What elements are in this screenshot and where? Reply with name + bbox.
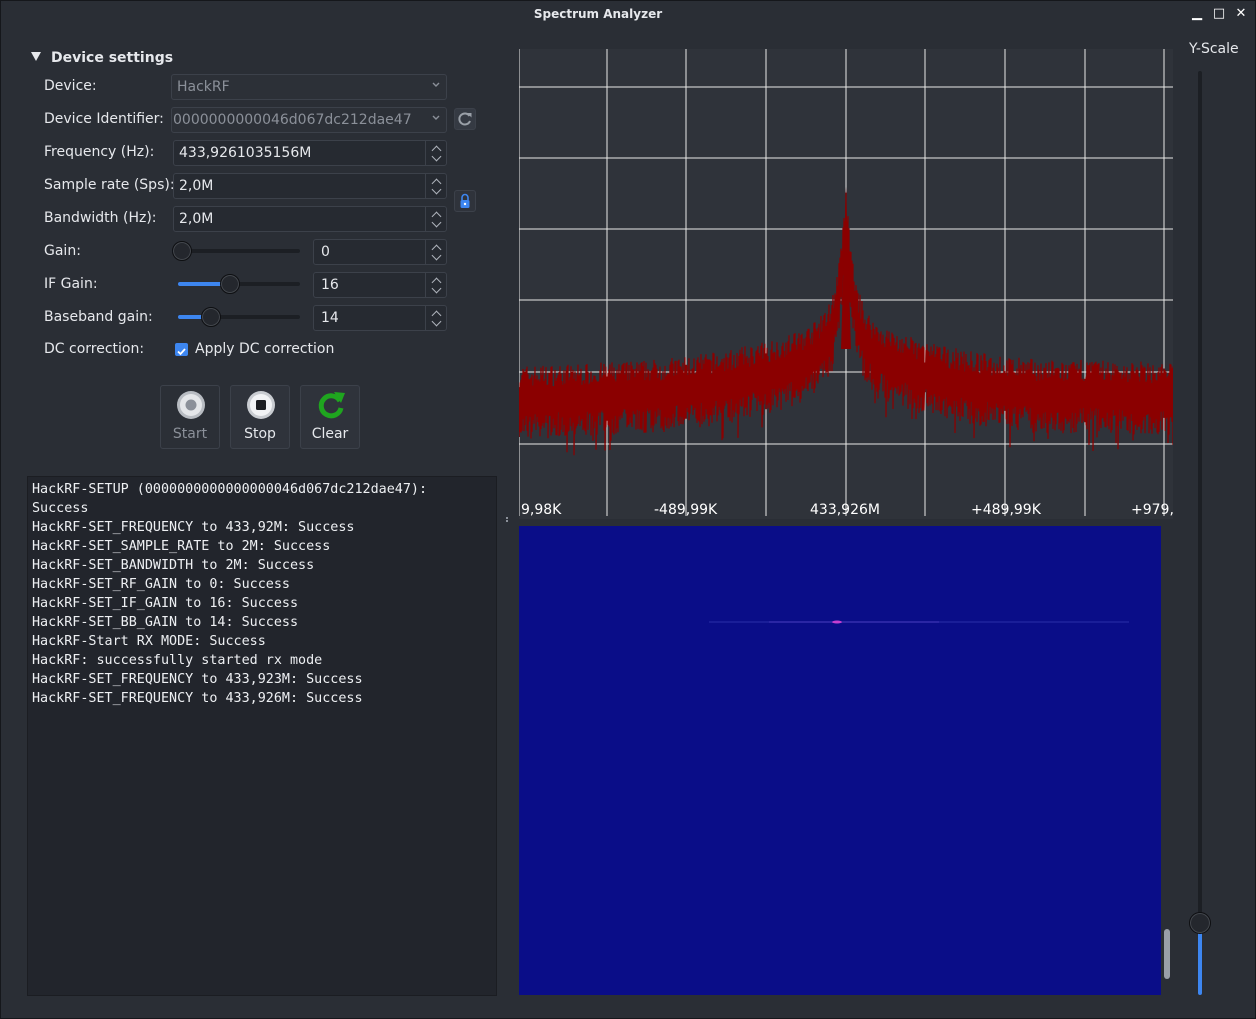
step-down-icon[interactable] [431, 217, 442, 228]
log-line: Success [32, 501, 89, 516]
log-line: HackRF-SET_RF_GAIN to 0: Success [32, 577, 290, 592]
slider-handle[interactable] [172, 241, 192, 261]
log-line: HackRF-SET_BB_GAIN to 14: Success [32, 615, 299, 630]
chevron-down-icon [432, 115, 440, 120]
device-identifier-combo[interactable]: 0000000000046d067dc212dae47 [171, 107, 447, 133]
sample-rate-spinbox[interactable]: 2,0M [173, 173, 447, 199]
log-line: HackRF-SET_IF_GAIN to 16: Success [32, 596, 299, 611]
collapse-arrow-icon[interactable] [31, 52, 41, 61]
y-scale-handle[interactable] [1189, 911, 1211, 934]
device-combo-value: HackRF [177, 79, 230, 95]
log-line: HackRF: successfully started rx mode [32, 653, 323, 668]
step-down-icon[interactable] [431, 316, 442, 327]
stop-button[interactable]: Stop [230, 385, 290, 449]
bandwidth-value: 2,0M [179, 211, 214, 227]
link-lock-button[interactable] [454, 190, 476, 212]
dc-correction-checkbox-label[interactable]: Apply DC correction [195, 341, 334, 357]
device-combo[interactable]: HackRF [171, 74, 447, 100]
axis-tick-label: -489,99K [654, 502, 718, 518]
title-bar[interactable]: Spectrum Analyzer ▁ □ ✕ [1, 1, 1255, 29]
frequency-label: Frequency (Hz): [44, 144, 155, 160]
start-button[interactable]: Start [160, 385, 220, 449]
if-gain-slider[interactable] [178, 274, 300, 294]
close-icon[interactable]: ✕ [1233, 6, 1249, 22]
log-line: HackRF-SETUP (0000000000000000046d067dc2… [32, 482, 428, 497]
gain-spinbox[interactable]: 0 [313, 239, 447, 265]
bandwidth-stepper[interactable] [425, 207, 446, 231]
if-gain-spinbox[interactable]: 16 [313, 272, 447, 298]
checkmark-icon [177, 348, 186, 356]
waterfall-scrollbar[interactable] [1161, 526, 1173, 995]
y-scale-groove[interactable] [1198, 71, 1202, 995]
log-line: HackRF-SET_FREQUENCY to 433,926M: Succes… [32, 691, 363, 706]
if-gain-label: IF Gain: [44, 276, 98, 292]
step-down-icon[interactable] [431, 250, 442, 261]
log-line: HackRF-Start RX MODE: Success [32, 634, 266, 649]
baseband-gain-stepper[interactable] [425, 306, 446, 330]
slider-handle[interactable] [200, 307, 221, 327]
dc-correction-label: DC correction: [44, 341, 145, 357]
stop-button-label: Stop [244, 426, 276, 442]
device-identifier-value: 0000000000046d067dc212dae47 [173, 112, 412, 128]
sample-rate-value: 2,0M [179, 178, 214, 194]
log-output[interactable]: HackRF-SETUP (0000000000000000046d067dc2… [27, 476, 497, 996]
device-label: Device: [44, 78, 97, 94]
frequency-stepper[interactable] [425, 141, 446, 165]
gain-stepper[interactable] [425, 240, 446, 264]
refresh-icon [318, 392, 345, 419]
axis-tick-label: 9,98K [521, 502, 562, 518]
app-window: Spectrum Analyzer ▁ □ ✕ Device settings … [0, 0, 1256, 1019]
log-line: HackRF-SET_BANDWIDTH to 2M: Success [32, 558, 315, 573]
dc-correction-checkbox[interactable] [175, 343, 188, 356]
stop-icon [247, 391, 275, 419]
bandwidth-spinbox[interactable]: 2,0M [173, 206, 447, 232]
if-gain-value: 16 [321, 277, 339, 293]
if-gain-stepper[interactable] [425, 273, 446, 297]
lock-icon [460, 193, 470, 208]
log-line: HackRF-SET_FREQUENCY to 433,92M: Success [32, 520, 355, 535]
log-line: HackRF-SET_SAMPLE_RATE to 2M: Success [32, 539, 331, 554]
start-button-label: Start [172, 426, 208, 442]
window-title: Spectrum Analyzer [533, 7, 663, 21]
baseband-gain-slider[interactable] [178, 307, 300, 327]
log-line: HackRF-SET_FREQUENCY to 433,923M: Succes… [32, 672, 363, 687]
step-down-icon[interactable] [431, 184, 442, 195]
sample-rate-label: Sample rate (Sps): [44, 177, 175, 193]
device-settings-header[interactable]: Device settings [31, 50, 173, 66]
clear-button[interactable]: Clear [300, 385, 360, 449]
baseband-gain-value: 14 [321, 310, 339, 326]
baseband-gain-label: Baseband gain: [44, 309, 153, 325]
gain-label: Gain: [44, 243, 81, 259]
record-icon [177, 391, 205, 419]
spectrum-canvas [518, 49, 1174, 516]
axis-tick-label-center: 433,926M [810, 502, 880, 518]
frequency-value: 433,9261035156M [179, 145, 312, 161]
refresh-button[interactable] [454, 108, 476, 130]
gain-slider[interactable] [172, 241, 300, 261]
sample-rate-stepper[interactable] [425, 174, 446, 198]
splitter-handle[interactable] [505, 516, 509, 526]
waterfall-scrollbar-handle[interactable] [1164, 929, 1170, 979]
frequency-spinbox[interactable]: 433,9261035156M [173, 140, 447, 166]
chevron-down-icon [432, 82, 440, 87]
bandwidth-label: Bandwidth (Hz): [44, 210, 157, 226]
step-down-icon[interactable] [431, 283, 442, 294]
spectrum-plot[interactable] [518, 49, 1174, 519]
step-down-icon[interactable] [431, 151, 442, 162]
slider-handle[interactable] [219, 274, 240, 294]
waterfall-display[interactable] [519, 526, 1161, 995]
y-scale-label: Y-Scale [1189, 41, 1239, 57]
waterfall-canvas [709, 620, 1129, 624]
device-identifier-label: Device Identifier: [44, 111, 164, 127]
axis-tick-label: +979,9 [1131, 502, 1173, 518]
gain-value: 0 [321, 244, 330, 260]
refresh-icon [458, 112, 472, 126]
clear-button-label: Clear [311, 426, 349, 442]
minimize-icon[interactable]: ▁ [1189, 6, 1205, 22]
device-settings-title: Device settings [51, 50, 174, 66]
axis-tick-label: +489,99K [971, 502, 1041, 518]
maximize-icon[interactable]: □ [1211, 6, 1227, 22]
baseband-gain-spinbox[interactable]: 14 [313, 305, 447, 331]
